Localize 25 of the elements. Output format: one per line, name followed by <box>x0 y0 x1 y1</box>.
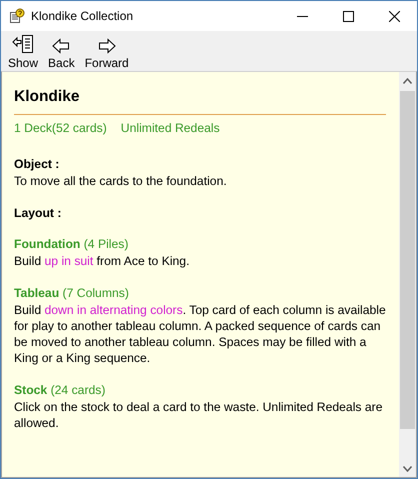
close-icon <box>388 10 400 22</box>
maximize-icon <box>342 10 354 22</box>
show-pane-icon <box>12 34 34 54</box>
back-button[interactable]: Back <box>45 31 78 70</box>
game-info: Unlimited Redeals <box>120 121 220 135</box>
section-text: To move all the cards to the foundation. <box>14 173 228 189</box>
scroll-down-icon <box>403 466 412 472</box>
show-button[interactable]: Show <box>5 31 42 70</box>
pile-heading: Foundation (4 Piles) <box>14 237 130 251</box>
section-text: Build down in alternating colors. Top card of each column is available for play to another tableau column. A packed sequence of cards can be moved to another tableau column. Spaces may be filled with a King or a King sequence. <box>14 302 386 366</box>
forward-arrow-icon <box>98 38 116 54</box>
help-book-icon <box>9 8 25 24</box>
section-text: Click on the stock to deal a card to the waste. Unlimited Redeals are allowed. <box>14 399 384 431</box>
scrollbar[interactable] <box>399 72 416 477</box>
section-text: Build up in suit from Ace to King. <box>14 253 190 269</box>
back-arrow-icon <box>52 38 70 54</box>
section-heading: Layout : <box>14 206 62 220</box>
forward-button[interactable]: Forward <box>82 31 132 70</box>
game-info: 1 Deck(52 cards) <box>14 121 107 135</box>
section-heading: Object : <box>14 157 60 171</box>
pile-heading: Tableau (7 Columns) <box>14 286 130 300</box>
pile-heading: Stock (24 cards) <box>14 383 106 397</box>
scroll-up-icon <box>403 78 412 84</box>
topic-title: Klondike <box>14 88 386 115</box>
window-title: Klondike Collection <box>31 9 134 23</box>
